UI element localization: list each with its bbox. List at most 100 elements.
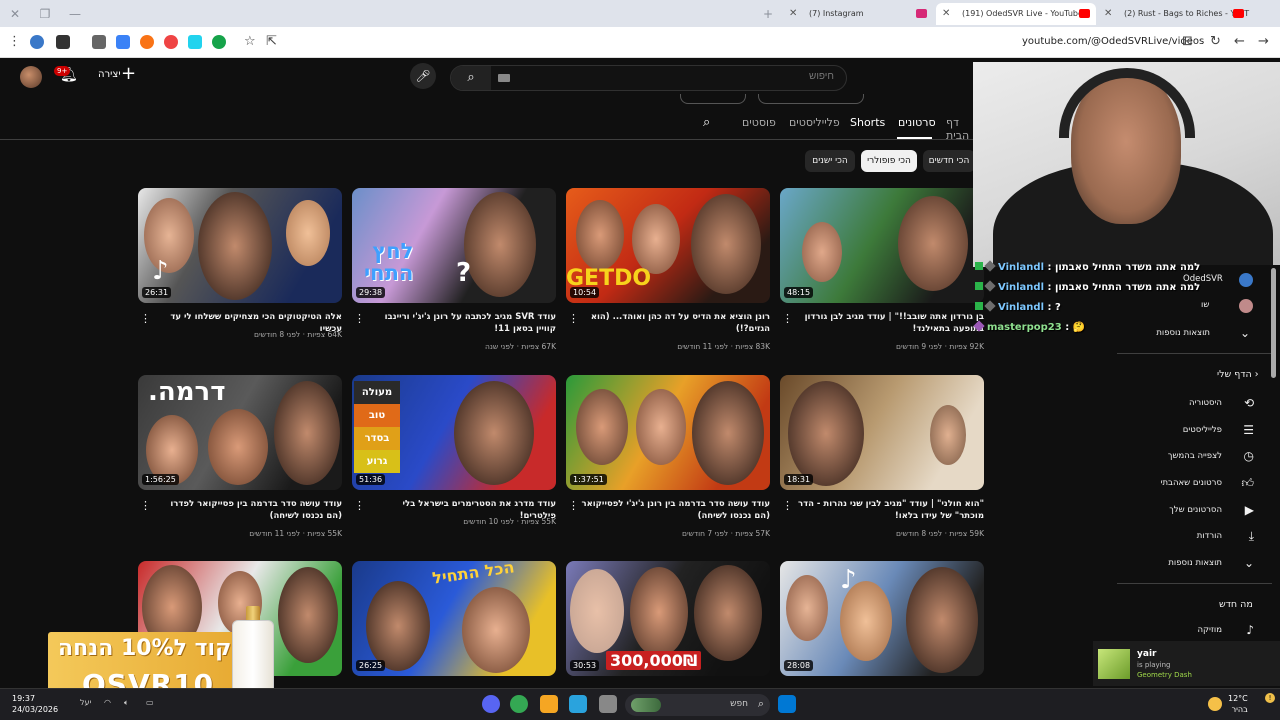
you-section-header[interactable]: הדף שלי › — [1217, 369, 1259, 380]
video-thumbnail[interactable]: ♪ 26:31 — [138, 188, 342, 303]
chip-oldest[interactable]: הכי ישנים — [805, 150, 855, 172]
video-card[interactable]: 1:37:51 ⋮ עודד עושה סדר בדרמה בין רונן ג… — [566, 375, 770, 538]
video-title[interactable]: עודד עושה סדר בדרמה בין פסייקואר לפדרו (… — [152, 498, 342, 522]
sidebar-item-your-videos[interactable]: ▶ הסרטונים שלך — [1115, 501, 1280, 521]
video-thumbnail[interactable]: GETDO 10:54 — [566, 188, 770, 303]
chrome-icon[interactable] — [510, 695, 528, 713]
telegram-icon[interactable] — [569, 695, 587, 713]
sidebar-item-music[interactable]: ♪ מוזיקה — [1115, 621, 1280, 641]
extension-icon[interactable] — [30, 35, 44, 49]
extension-icon[interactable] — [140, 35, 154, 49]
menu-dots-icon[interactable]: ⋮ — [8, 34, 21, 49]
task-view-icon[interactable] — [599, 695, 617, 713]
avatar[interactable] — [20, 66, 42, 88]
weather-icon[interactable] — [1208, 697, 1222, 711]
video-title[interactable]: בן גורדון אתה שובב!!" | עודד מגיב לבן גו… — [794, 311, 984, 335]
taskbar-search[interactable]: חפש ⌕ — [625, 694, 770, 716]
video-thumbnail[interactable]: ♪ 28:08 — [780, 561, 984, 676]
reload-icon[interactable]: ↻ — [1210, 34, 1221, 49]
close-tab-icon[interactable]: ✕ — [1104, 3, 1112, 25]
tab-videos[interactable]: סרטונים — [898, 116, 936, 129]
keyboard-icon[interactable] — [498, 74, 510, 82]
video-title[interactable]: עודד SVR מגיב לכתבה על רונן ג'יג'י וריינ… — [366, 311, 556, 335]
voice-search-icon[interactable]: 🎤︎ — [410, 63, 436, 89]
create-plus-icon[interactable]: + — [121, 63, 136, 84]
chip-popular[interactable]: הכי פופולרי — [861, 150, 917, 172]
video-thumbnail[interactable]: 18:31 — [780, 375, 984, 490]
search-box[interactable]: ⌕ — [450, 65, 847, 91]
extension-icon[interactable] — [212, 35, 226, 49]
video-card[interactable]: ♪ 28:08 — [780, 561, 984, 676]
share-icon[interactable]: ⇱ — [266, 34, 277, 49]
sidebar-item-history[interactable]: ⟲ היסטוריה — [1115, 394, 1280, 414]
battery-icon[interactable]: ▭ — [146, 698, 154, 707]
now-playing-notification[interactable]: yair is playing Geometry Dash — [1093, 641, 1280, 686]
video-title[interactable]: "הוא חולני" | עודד "מגיב לבין שני נהרות … — [794, 498, 984, 522]
taskbar-weather[interactable]: 12°C בהיר — [1228, 693, 1248, 715]
video-menu-icon[interactable]: ⋮ — [140, 499, 151, 512]
site-settings-icon[interactable]: ⊟ — [1182, 34, 1193, 49]
discord-icon[interactable] — [482, 695, 500, 713]
video-thumbnail[interactable]: דרמה. 1:56:25 — [138, 375, 342, 490]
video-card[interactable]: לחץ התחי ? 29:38 ⋮ עודד SVR מגיב לכתבה על… — [352, 188, 556, 351]
tab-shorts[interactable]: Shorts — [850, 116, 885, 129]
channel-search-icon[interactable]: ⌕ — [703, 115, 710, 130]
extension-icon[interactable] — [164, 35, 178, 49]
video-title[interactable]: עודד עושה סדר בדרמה בין רונן ג'יג'י לפסי… — [580, 498, 770, 522]
bookmark-star-icon[interactable]: ☆ — [244, 34, 256, 49]
sidebar-item-downloads[interactable]: ⤓ הורדות — [1115, 527, 1280, 547]
tab-youtube-odedsvr[interactable]: ✕ (191) OdedSVR Live - YouTube — [936, 3, 1096, 25]
video-menu-icon[interactable]: ⋮ — [568, 312, 579, 325]
video-thumbnail[interactable]: הכל התחיל 26:25 — [352, 561, 556, 676]
video-thumbnail[interactable]: לחץ התחי ? 29:38 — [352, 188, 556, 303]
subscription-name[interactable]: שו — [1201, 300, 1209, 310]
minimize-window-icon[interactable]: — — [66, 5, 84, 23]
video-card[interactable]: מעולה טוב בסדר גרוע 51:36 ⋮ עודד מדרג את… — [352, 375, 556, 526]
video-card[interactable]: 18:31 ⋮ "הוא חולני" | עודד "מגיב לבין שנ… — [780, 375, 984, 538]
extension-icon[interactable] — [188, 35, 202, 49]
video-card[interactable]: הכל התחיל 26:25 — [352, 561, 556, 676]
chip-newest[interactable]: הכי חדשים — [923, 150, 975, 172]
video-menu-icon[interactable]: ⋮ — [782, 499, 793, 512]
video-menu-icon[interactable]: ⋮ — [568, 499, 579, 512]
search-input[interactable] — [634, 71, 834, 82]
back-icon[interactable]: → — [1258, 34, 1269, 49]
video-card[interactable]: GETDO 10:54 ⋮ רונן הוציא את הדיס על דה כ… — [566, 188, 770, 351]
tab-posts[interactable]: פוסטים — [742, 116, 776, 129]
channel-button-partial[interactable] — [758, 94, 864, 104]
video-card[interactable]: ♪ 26:31 ⋮ אלה הטיקטוקים הכי מצחיקים ששלח… — [138, 188, 342, 339]
sidebar-scrollbar[interactable] — [1271, 268, 1276, 378]
sidebar-item-liked-videos[interactable]: 👍︎ סרטונים שאהבתי — [1115, 474, 1280, 494]
windows-start-icon[interactable] — [778, 695, 796, 713]
close-tab-icon[interactable]: ✕ — [789, 3, 797, 25]
video-menu-icon[interactable]: ⋮ — [140, 312, 151, 325]
tab-playlists[interactable]: פלייליסטים — [789, 116, 840, 129]
tab-youtube-rust[interactable]: ✕ (2) Rust - Bags to Riches - YouT — [1098, 3, 1250, 25]
subscription-avatar[interactable] — [1239, 273, 1253, 287]
video-menu-icon[interactable]: ⋮ — [782, 312, 793, 325]
video-card[interactable]: דרמה. 1:56:25 ⋮ עודד עושה סדר בדרמה בין … — [138, 375, 342, 538]
sidebar-item-show-more[interactable]: ⌄ תוצאות נוספות — [1115, 554, 1280, 574]
new-tab-button[interactable]: + — [759, 5, 777, 23]
video-card[interactable]: 300,000₪ 30:53 — [566, 561, 770, 676]
url-text[interactable]: youtube.com/@OdedSVRLive/videos — [1022, 36, 1204, 47]
video-menu-icon[interactable]: ⋮ — [354, 499, 365, 512]
subscription-avatar[interactable] — [1239, 299, 1253, 313]
notification-icon[interactable]: ! — [1265, 693, 1275, 703]
tab-instagram[interactable]: ✕ (7) Instagram — [783, 3, 933, 25]
taskbar-language[interactable]: יעל — [80, 698, 91, 707]
create-button-label[interactable]: יצירה — [98, 69, 121, 80]
video-thumbnail[interactable]: מעולה טוב בסדר גרוע 51:36 — [352, 375, 556, 490]
close-tab-icon[interactable]: ✕ — [942, 3, 950, 25]
close-window-icon[interactable]: ✕ — [6, 5, 24, 23]
app-icon[interactable] — [540, 695, 558, 713]
restore-window-icon[interactable]: ❐ — [36, 5, 54, 23]
video-thumbnail[interactable]: 300,000₪ 30:53 — [566, 561, 770, 676]
channel-button-partial[interactable] — [680, 94, 746, 104]
speaker-icon[interactable]: 🔈︎ — [124, 698, 129, 708]
sidebar-item-watch-later[interactable]: ◷ לצפייה בהמשך — [1115, 447, 1280, 467]
video-title[interactable]: רונן הוציא את הדיס על דה כהן ואוהד... (ה… — [580, 311, 770, 335]
show-more-subscriptions[interactable]: ⌄ תוצאות נוספות — [1115, 324, 1280, 344]
video-card[interactable]: 48:15 ⋮ בן גורדון אתה שובב!!" | עודד מגי… — [780, 188, 984, 351]
extension-icon[interactable] — [92, 35, 106, 49]
